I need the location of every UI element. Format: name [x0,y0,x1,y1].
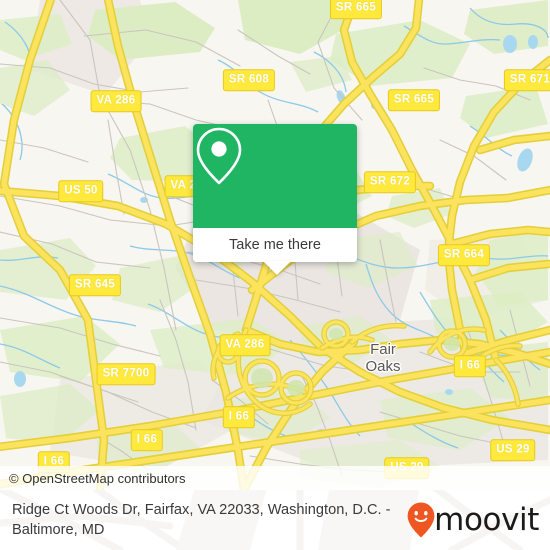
map-pin-icon [196,127,242,185]
moovit-logo: moovit [406,501,550,539]
location-address: Ridge Ct Woods Dr, Fairfax, VA 22033, Wa… [12,502,391,538]
road-shield: SR 665 [387,89,441,111]
road-shield: SR 671 [503,69,550,91]
road-shield: I 66 [222,406,256,428]
road-shield: I 66 [453,355,487,377]
attribution-text: © OpenStreetMap contributors [9,470,186,486]
popup-cta-area[interactable]: Take me there [193,228,357,262]
location-popup[interactable]: Take me there [193,124,357,262]
moovit-smiley-pin-icon [407,502,435,538]
footer-bar: Ridge Ct Woods Dr, Fairfax, VA 22033, Wa… [0,490,550,550]
place-label: Fair Oaks [365,341,401,375]
road-shield: SR 7700 [96,363,156,385]
moovit-wordmark: moovit [434,501,539,538]
road-shield: I 66 [130,429,164,451]
map-attribution: © OpenStreetMap contributors [0,466,550,490]
road-shield: VA 286 [90,90,142,112]
map-screenshot: SR 665 SR 608 SR 671 VA 286 SR 665 US 50 VA 28… [0,0,550,550]
popup-pin-area [193,124,357,228]
road-shield: SR 664 [437,244,491,266]
popup-tail [263,261,291,275]
road-shield: US 29 [490,439,536,461]
road-shield: SR 608 [222,69,276,91]
road-shield: SR 665 [329,0,383,19]
map-canvas[interactable]: SR 665 SR 608 SR 671 VA 286 SR 665 US 50 VA 28… [0,0,550,490]
take-me-there-label: Take me there [229,236,321,253]
road-shield: VA 286 [219,334,271,356]
road-shield: US 50 [58,180,104,202]
road-shield: SR 645 [68,274,122,296]
road-shield: SR 672 [363,171,417,193]
